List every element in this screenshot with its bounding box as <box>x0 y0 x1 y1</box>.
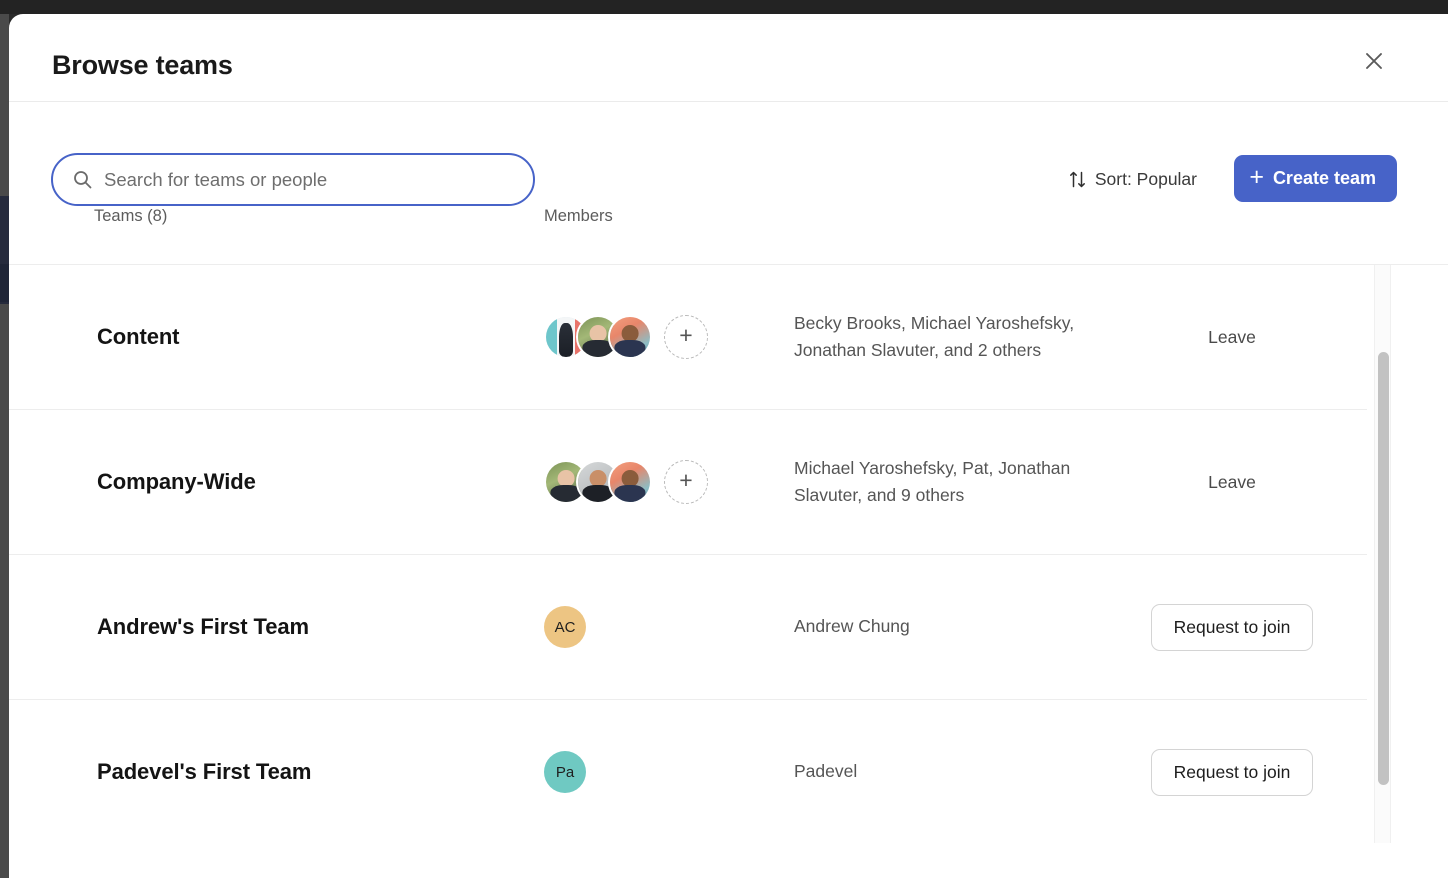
teams-list-region: Content + Becky Brooks, Michael Yaroshef… <box>9 264 1448 843</box>
avatar <box>608 460 652 504</box>
close-icon <box>1363 50 1385 75</box>
scrollbar-thumb[interactable] <box>1378 352 1389 785</box>
app-sidebar-active-item <box>0 264 9 302</box>
table-row[interactable]: Company-Wide + Michael Yaroshefsky, Pat,… <box>9 410 1367 555</box>
row-action: Leave <box>1097 327 1367 348</box>
table-header-row: Teams (8) Members <box>9 207 1448 264</box>
plus-icon: + <box>679 467 693 493</box>
plus-icon: + <box>679 322 693 348</box>
avatar: Pa <box>544 751 586 793</box>
sort-control[interactable]: Sort: Popular <box>1069 169 1197 190</box>
members-summary: Andrew Chung <box>794 616 910 637</box>
avatar-initials: AC <box>554 618 576 636</box>
team-name: Padevel's First Team <box>97 759 312 784</box>
browse-teams-modal: Browse teams Search for teams or people … <box>9 14 1448 878</box>
sort-arrows-icon <box>1069 170 1086 189</box>
team-name: Andrew's First Team <box>97 614 309 639</box>
search-icon <box>73 170 92 189</box>
table-row[interactable]: Andrew's First Team AC Andrew Chung Requ… <box>9 555 1367 700</box>
column-header-teams: Teams (8) <box>94 207 168 225</box>
request-to-join-button[interactable]: Request to join <box>1150 748 1314 796</box>
member-avatars: AC <box>544 606 586 648</box>
member-avatars: + <box>544 315 708 359</box>
app-window-titlebar <box>0 0 1448 14</box>
page-title: Browse teams <box>52 50 233 80</box>
avatar: AC <box>544 606 586 648</box>
app-sidebar-edge <box>0 14 9 878</box>
row-action: Request to join <box>1097 748 1367 796</box>
avatar-initials: Pa <box>555 763 575 781</box>
add-member-button[interactable]: + <box>664 460 708 504</box>
member-avatars: Pa <box>544 751 586 793</box>
search-field-wrapper <box>51 153 535 206</box>
teams-list-scrollbar[interactable] <box>1374 265 1391 843</box>
request-to-join-button[interactable]: Request to join <box>1150 603 1314 651</box>
close-button[interactable] <box>1354 42 1394 82</box>
members-summary: Padevel <box>794 761 858 782</box>
plus-icon: + <box>1249 163 1264 191</box>
team-name: Content <box>97 324 180 349</box>
create-team-button[interactable]: + Create team <box>1234 155 1397 202</box>
row-action: Request to join <box>1097 603 1367 651</box>
create-team-label: Create team <box>1272 168 1376 188</box>
leave-button[interactable]: Leave <box>1208 327 1256 348</box>
members-summary: Michael Yaroshefsky, Pat, Jonathan Slavu… <box>794 457 1071 505</box>
search-box[interactable] <box>51 153 535 206</box>
members-summary: Becky Brooks, Michael Yaroshefsky, Jonat… <box>794 312 1075 360</box>
avatar <box>608 315 652 359</box>
teams-list: Content + Becky Brooks, Michael Yaroshef… <box>9 265 1367 843</box>
member-avatars: + <box>544 460 708 504</box>
leave-button[interactable]: Leave <box>1208 472 1256 493</box>
screen: Browse teams Search for teams or people … <box>0 0 1448 878</box>
add-member-button[interactable]: + <box>664 315 708 359</box>
team-name: Company-Wide <box>97 469 256 494</box>
table-row[interactable]: Content + Becky Brooks, Michael Yaroshef… <box>9 265 1367 410</box>
sort-label: Sort: Popular <box>1094 169 1197 189</box>
row-action: Leave <box>1097 472 1367 493</box>
table-row[interactable]: Padevel's First Team Pa Padevel Request … <box>9 700 1367 843</box>
column-header-members: Members <box>544 207 613 225</box>
modal-header: Browse teams <box>9 14 1448 102</box>
toolbar: Sort: Popular + Create team <box>9 102 1448 207</box>
search-input[interactable] <box>104 168 474 191</box>
